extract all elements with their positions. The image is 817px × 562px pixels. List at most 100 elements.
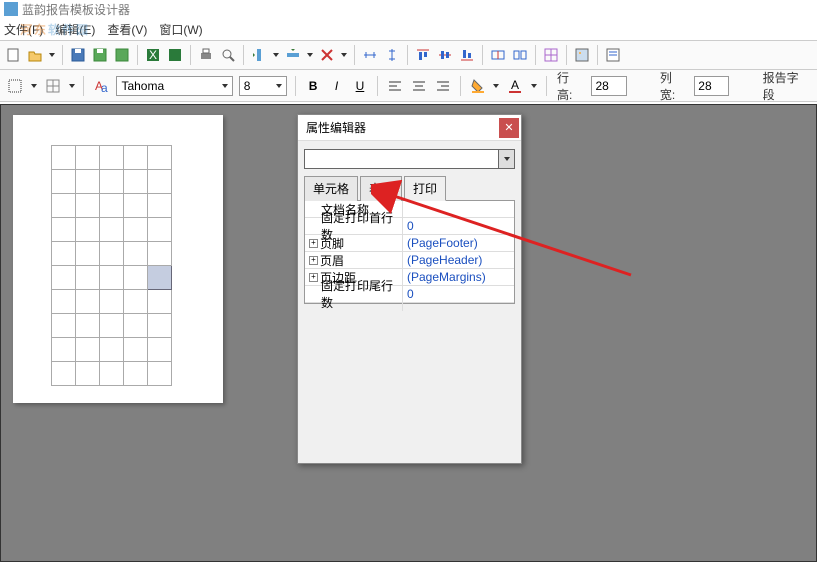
table-grid[interactable] — [51, 145, 172, 386]
image-button[interactable] — [573, 46, 591, 64]
save-button[interactable] — [69, 46, 87, 64]
font-select[interactable]: Tahoma — [116, 76, 232, 96]
separator — [460, 76, 461, 96]
separator — [377, 76, 378, 96]
window-titlebar: 蓝韵报告模板设计器 — [0, 0, 817, 18]
excel-button[interactable]: X — [144, 46, 162, 64]
preview-button[interactable] — [219, 46, 237, 64]
bold-button[interactable]: B — [304, 77, 321, 95]
save-green-button[interactable] — [91, 46, 109, 64]
align-left-button[interactable] — [386, 77, 404, 95]
new-button[interactable] — [4, 46, 22, 64]
dialog-titlebar: 属性编辑器 ✕ — [298, 115, 521, 141]
align-top-button[interactable] — [414, 46, 432, 64]
merge-button[interactable] — [489, 46, 507, 64]
separator — [482, 45, 483, 65]
tabs: 单元格 表格 打印 — [304, 175, 515, 201]
separator — [535, 45, 536, 65]
prop-fixed-head[interactable]: 固定打印首行数 0 — [305, 218, 514, 235]
separator — [190, 45, 191, 65]
properties-button[interactable] — [604, 46, 622, 64]
menu-file[interactable]: 文件(F) — [4, 21, 43, 38]
lineheight-input[interactable]: 28 — [591, 76, 626, 96]
dropdown-icon — [222, 84, 228, 88]
delete-dropdown[interactable] — [340, 46, 348, 64]
separator — [354, 45, 355, 65]
save-alt-button[interactable] — [113, 46, 131, 64]
prop-fixed-tail[interactable]: 固定打印尾行数 0 — [305, 286, 514, 303]
document-page — [13, 115, 223, 403]
colwidth-label: 列宽: — [660, 69, 686, 103]
app-icon — [4, 2, 18, 16]
lineheight-label: 行高: — [557, 69, 583, 103]
separator — [566, 45, 567, 65]
expand-icon[interactable]: + — [309, 256, 318, 265]
border-button[interactable] — [6, 77, 24, 95]
fill-dropdown[interactable] — [493, 77, 501, 95]
insert-row-dropdown[interactable] — [306, 46, 314, 64]
separator — [546, 76, 547, 96]
grid-button[interactable] — [542, 46, 560, 64]
insert-col-dropdown[interactable] — [272, 46, 280, 64]
size-select[interactable]: 8 — [239, 76, 288, 96]
separator — [137, 45, 138, 65]
insert-col-button[interactable] — [250, 46, 268, 64]
object-selector[interactable] — [304, 149, 515, 169]
expand-icon[interactable]: + — [309, 239, 318, 248]
font-icon[interactable]: Aa — [92, 77, 110, 95]
separator — [597, 45, 598, 65]
close-button[interactable]: ✕ — [499, 118, 519, 138]
toolbar-main: X — [0, 40, 817, 70]
underline-button[interactable]: U — [351, 77, 368, 95]
menu-edit[interactable]: 编辑(E) — [55, 21, 95, 38]
fill-color-button[interactable] — [469, 77, 487, 95]
dist-v-button[interactable] — [383, 46, 401, 64]
selected-cell[interactable] — [148, 266, 172, 290]
dist-h-button[interactable] — [361, 46, 379, 64]
fontcolor-dropdown[interactable] — [530, 77, 538, 95]
italic-button[interactable]: I — [328, 77, 345, 95]
toolbar-format: Aa Tahoma 8 B I U A 行高: 28 列宽: 28 报告字段 — [0, 70, 817, 102]
delete-button[interactable] — [318, 46, 336, 64]
export-button[interactable] — [166, 46, 184, 64]
align-bot-button[interactable] — [458, 46, 476, 64]
separator — [83, 76, 84, 96]
align-mid-button[interactable] — [436, 46, 454, 64]
menubar: 文件(F) 编辑(E) 查看(V) 窗口(W) — [0, 18, 817, 40]
window-title: 蓝韵报告模板设计器 — [22, 1, 130, 18]
open-button[interactable] — [26, 46, 44, 64]
properties-grid: 文档名称 固定打印首行数 0 +页脚 (PageFooter) +页眉 (Pag… — [304, 201, 515, 304]
align-center-button[interactable] — [410, 77, 428, 95]
tab-print[interactable]: 打印 — [404, 176, 446, 201]
border-dropdown[interactable] — [30, 77, 38, 95]
svg-text:a: a — [101, 81, 108, 94]
dropdown-icon — [276, 84, 282, 88]
grid2-button[interactable] — [44, 77, 62, 95]
split-button[interactable] — [511, 46, 529, 64]
separator — [62, 45, 63, 65]
tab-table[interactable]: 表格 — [360, 176, 402, 201]
menu-view[interactable]: 查看(V) — [107, 21, 147, 38]
prop-page-footer[interactable]: +页脚 (PageFooter) — [305, 235, 514, 252]
open-dropdown[interactable] — [48, 46, 56, 64]
grid2-dropdown[interactable] — [68, 77, 76, 95]
colwidth-input[interactable]: 28 — [694, 76, 729, 96]
reportfield-label: 报告字段 — [763, 69, 809, 103]
dialog-title: 属性编辑器 — [306, 119, 366, 136]
font-value: Tahoma — [121, 79, 164, 93]
align-right-button[interactable] — [434, 77, 452, 95]
dropdown-icon — [498, 150, 514, 168]
separator — [243, 45, 244, 65]
property-editor-dialog: 属性编辑器 ✕ 单元格 表格 打印 文档名称 固定打印首行数 0 +页脚 (Pa… — [297, 114, 522, 464]
font-color-button[interactable]: A — [506, 77, 524, 95]
svg-text:X: X — [149, 48, 157, 62]
insert-row-button[interactable] — [284, 46, 302, 64]
separator — [407, 45, 408, 65]
print-button[interactable] — [197, 46, 215, 64]
tab-cell[interactable]: 单元格 — [304, 176, 358, 201]
menu-window[interactable]: 窗口(W) — [159, 21, 202, 38]
svg-text:A: A — [511, 78, 519, 92]
workspace: 属性编辑器 ✕ 单元格 表格 打印 文档名称 固定打印首行数 0 +页脚 (Pa… — [0, 104, 817, 562]
separator — [295, 76, 296, 96]
prop-page-header[interactable]: +页眉 (PageHeader) — [305, 252, 514, 269]
